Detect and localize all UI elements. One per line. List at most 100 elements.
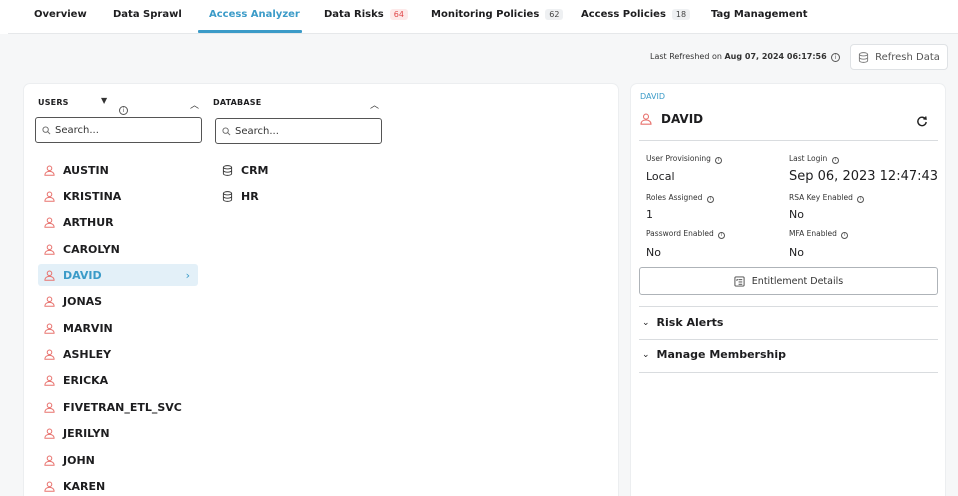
user-item-austin[interactable]: AUSTIN xyxy=(38,159,198,181)
user-name: ASHLEY xyxy=(63,347,112,361)
user-provisioning-value: Local xyxy=(646,170,675,183)
database-item-hr[interactable]: HR xyxy=(222,185,259,207)
user-item-david[interactable]: DAVID › xyxy=(38,264,198,286)
info-icon[interactable]: i xyxy=(857,196,865,203)
database-item-crm[interactable]: CRM xyxy=(222,159,269,181)
user-name: AUSTIN xyxy=(63,163,109,177)
user-item-karen[interactable]: KAREN xyxy=(38,475,198,496)
user-icon xyxy=(44,323,55,334)
user-item-jonas[interactable]: JONAS xyxy=(38,290,198,312)
tab-overview[interactable]: Overview xyxy=(34,9,87,20)
user-item-marvin[interactable]: MARVIN xyxy=(38,317,198,339)
user-icon xyxy=(44,296,55,307)
user-name: ARTHUR xyxy=(63,215,114,229)
top-navigation: Overview Data Sprawl Access Analyzer Dat… xyxy=(0,0,958,34)
database-column-header: DATABASE xyxy=(213,98,261,107)
roles-assigned-label: Roles Assigned i xyxy=(646,193,714,203)
user-item-ericka[interactable]: ERICKA xyxy=(38,369,198,391)
users-info-icon[interactable]: i xyxy=(119,97,128,116)
info-icon[interactable]: i xyxy=(841,232,849,239)
collapse-users-chevron-icon[interactable]: ︿ xyxy=(190,98,199,111)
chevron-down-icon: ⌄ xyxy=(642,317,650,328)
user-name: JOHN xyxy=(63,453,95,467)
user-item-fivetran-etl-svc[interactable]: FIVETRAN_ETL_SVC xyxy=(38,396,198,418)
user-item-kristina[interactable]: KRISTINA xyxy=(38,185,198,207)
roles-assigned-value: 1 xyxy=(646,208,653,221)
user-icon xyxy=(640,113,652,125)
database-search-input[interactable] xyxy=(235,125,375,137)
tab-tag-management[interactable]: Tag Management xyxy=(711,9,808,20)
user-detail-name: DAVID xyxy=(661,112,704,126)
last-login-label: Last Login i xyxy=(789,154,839,164)
tab-access-analyzer[interactable]: Access Analyzer xyxy=(209,9,300,20)
user-name: FIVETRAN_ETL_SVC xyxy=(63,400,182,414)
info-icon[interactable]: i xyxy=(718,232,726,239)
tab-monitoring-policies[interactable]: Monitoring Policies 62 xyxy=(431,9,564,20)
collapse-database-chevron-icon[interactable]: ︿ xyxy=(370,98,379,111)
user-name: KAREN xyxy=(63,479,106,493)
users-header-label: USERS xyxy=(38,98,69,107)
user-icon xyxy=(44,455,55,466)
user-name: DAVID xyxy=(63,268,102,282)
user-icon xyxy=(44,481,55,492)
field-label-text: User Provisioning xyxy=(646,154,711,163)
last-refreshed-label: Last Refreshed on xyxy=(650,52,722,61)
user-item-arthur[interactable]: ARTHUR xyxy=(38,211,198,233)
users-filter-dropdown-icon[interactable]: ▼ xyxy=(101,96,107,105)
tab-label: Overview xyxy=(34,9,87,20)
database-search-field[interactable] xyxy=(215,118,382,144)
refresh-data-button[interactable]: Refresh Data xyxy=(850,44,948,70)
nav-divider xyxy=(8,33,958,34)
user-icon xyxy=(44,270,55,281)
info-icon[interactable]: i xyxy=(831,157,839,164)
user-name: JERILYN xyxy=(63,426,110,440)
tab-data-sprawl[interactable]: Data Sprawl xyxy=(113,9,182,20)
user-icon xyxy=(44,375,55,386)
info-icon[interactable]: i xyxy=(831,53,841,62)
entitlement-details-button[interactable]: Entitlement Details xyxy=(639,267,938,295)
tab-label: Tag Management xyxy=(711,9,808,20)
rsa-key-enabled-value: No xyxy=(789,208,804,221)
user-icon xyxy=(44,191,55,202)
risk-alerts-section[interactable]: ⌄ Risk Alerts xyxy=(642,316,723,329)
database-header-label: DATABASE xyxy=(213,98,262,107)
user-item-ashley[interactable]: ASHLEY xyxy=(38,343,198,365)
tab-access-policies[interactable]: Access Policies 18 xyxy=(581,9,691,20)
info-icon[interactable]: i xyxy=(715,157,723,164)
breadcrumb[interactable]: DAVID xyxy=(640,92,665,101)
database-icon xyxy=(222,164,233,176)
user-name: KRISTINA xyxy=(63,189,122,203)
last-refreshed-timestamp: Aug 07, 2024 06:17:56 xyxy=(724,52,827,61)
tab-count-badge: 62 xyxy=(545,9,564,20)
user-provisioning-label: User Provisioning i xyxy=(646,154,723,164)
field-label-text: Password Enabled xyxy=(646,229,714,238)
user-icon xyxy=(44,402,55,413)
user-item-carolyn[interactable]: CAROLYN xyxy=(38,238,198,260)
manage-membership-section[interactable]: ⌄ Manage Membership xyxy=(642,348,786,361)
chevron-down-icon: ⌄ xyxy=(642,349,650,360)
last-refreshed-text: Last Refreshed on Aug 07, 2024 06:17:56 … xyxy=(650,52,841,62)
entitlement-details-label: Entitlement Details xyxy=(751,275,844,287)
user-detail-title: DAVID xyxy=(640,112,703,126)
database-icon xyxy=(222,190,233,202)
user-item-john[interactable]: JOHN xyxy=(38,449,198,471)
user-icon xyxy=(44,244,55,255)
users-search-field[interactable] xyxy=(35,117,202,143)
detail-divider xyxy=(639,306,938,307)
last-login-value: Sep 06, 2023 12:47:43 xyxy=(789,169,939,184)
user-icon xyxy=(44,165,55,176)
user-icon xyxy=(44,428,55,439)
reload-icon[interactable] xyxy=(916,113,928,132)
user-icon xyxy=(44,217,55,228)
search-icon xyxy=(222,126,231,135)
tab-count-badge: 18 xyxy=(671,9,691,20)
field-label-text: RSA Key Enabled xyxy=(789,193,853,202)
database-name: CRM xyxy=(241,163,269,177)
tab-data-risks[interactable]: Data Risks 64 xyxy=(324,9,408,20)
field-label-text: Roles Assigned xyxy=(646,193,703,202)
chevron-right-icon: › xyxy=(185,268,190,282)
users-search-input[interactable] xyxy=(55,124,195,136)
info-icon[interactable]: i xyxy=(706,196,714,203)
user-item-jerilyn[interactable]: JERILYN xyxy=(38,422,198,444)
database-name: HR xyxy=(241,189,259,203)
